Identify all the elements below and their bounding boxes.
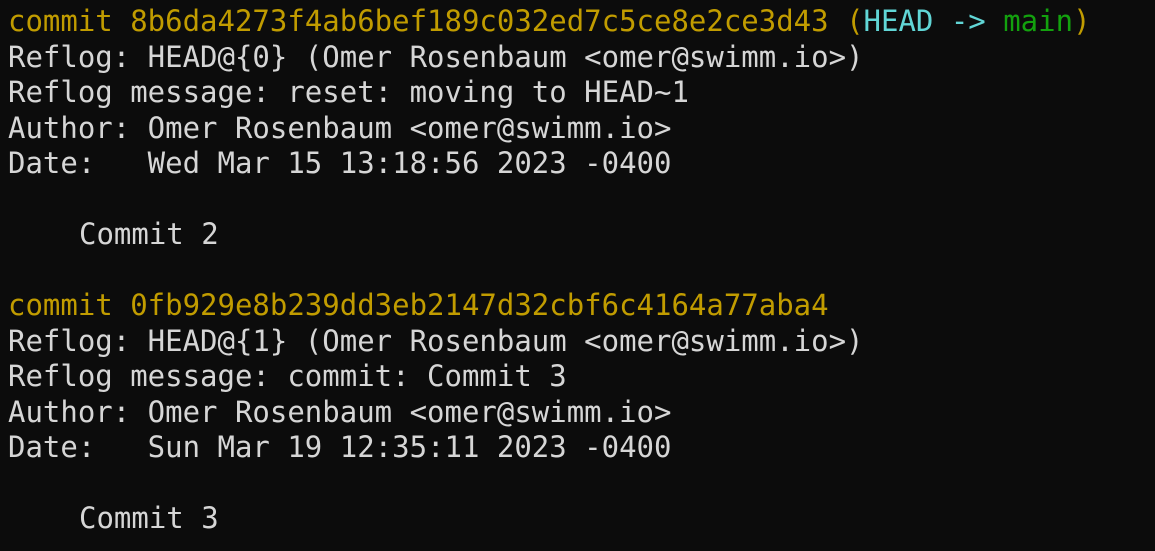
date-line: Date: Wed Mar 15 13:18:56 2023 -0400 — [8, 146, 672, 180]
commit-line: commit 8b6da4273f4ab6bef189c032ed7c5ce8e… — [8, 4, 1155, 40]
decoration-open: ( — [828, 4, 864, 38]
commit-hash: 0fb929e8b239dd3eb2147d32cbf6c4164a77aba4 — [130, 288, 829, 322]
reflog-line: Reflog: HEAD@{0} (Omer Rosenbaum <omer@s… — [8, 39, 864, 74]
commit-message-line: Commit 3 — [79, 501, 219, 535]
author-line: Author: Omer Rosenbaum <omer@swimm.io> — [8, 110, 672, 145]
commit-label: commit — [8, 4, 131, 38]
commit-line: commit 0fb929e8b239dd3eb2147d32cbf6c4164… — [8, 288, 1155, 324]
reflog-message-line: Reflog message: commit: Commit 3 — [8, 359, 567, 393]
reflog-message-line: Reflog message: reset: moving to HEAD~1 — [8, 75, 689, 109]
head-ref: HEAD — [863, 4, 934, 38]
terminal-output[interactable]: commit 8b6da4273f4ab6bef189c032ed7c5ce8e… — [0, 0, 1155, 551]
decoration-close: ) — [1073, 4, 1091, 38]
author-line: Author: Omer Rosenbaum <omer@swimm.io> — [8, 394, 672, 429]
ref-arrow: -> — [933, 4, 1004, 38]
branch-ref: main — [1003, 4, 1074, 38]
reflog-line: Reflog: HEAD@{1} (Omer Rosenbaum <omer@s… — [8, 323, 864, 358]
commit-message-line: Commit 2 — [79, 217, 219, 251]
date-line: Date: Sun Mar 19 12:35:11 2023 -0400 — [8, 430, 672, 464]
commit-hash: 8b6da4273f4ab6bef189c032ed7c5ce8e2ce3d43 — [130, 4, 829, 38]
commit-label: commit — [8, 288, 131, 322]
